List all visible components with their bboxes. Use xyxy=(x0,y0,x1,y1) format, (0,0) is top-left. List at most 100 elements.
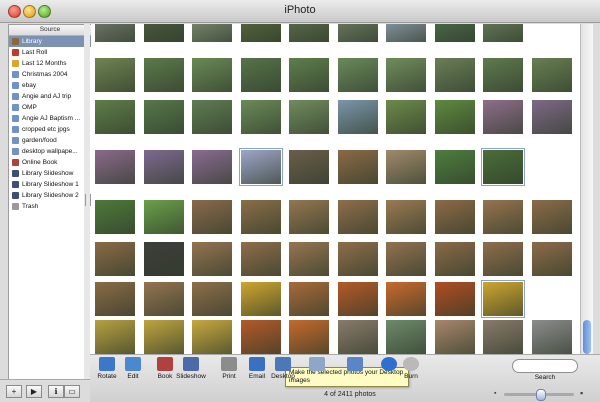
photo-thumbnail[interactable] xyxy=(434,242,475,276)
photo-thumbnail[interactable] xyxy=(289,58,329,92)
photo-thumbnail[interactable] xyxy=(337,200,378,234)
photo-thumbnail[interactable] xyxy=(238,148,283,186)
photo-thumbnail[interactable] xyxy=(289,320,329,354)
photo-thumbnail[interactable] xyxy=(240,200,281,234)
photo-thumbnail[interactable] xyxy=(434,150,475,184)
photo-thumbnail[interactable] xyxy=(143,200,184,234)
photo-thumbnail[interactable] xyxy=(337,100,378,134)
photo-thumbnail[interactable] xyxy=(434,58,475,92)
photo-thumbnail[interactable] xyxy=(240,58,281,92)
photo-thumbnail[interactable] xyxy=(95,282,135,316)
source-item[interactable]: Last 12 Months xyxy=(9,58,91,69)
source-item[interactable]: Christmas 2004 xyxy=(9,69,91,80)
photo-thumbnail[interactable] xyxy=(192,320,232,354)
photo-thumbnail[interactable] xyxy=(240,320,281,354)
photo-thumbnail[interactable] xyxy=(434,200,475,234)
play-slideshow-button[interactable]: ▶ xyxy=(26,385,42,398)
photo-thumbnail[interactable] xyxy=(192,282,232,316)
photo-thumbnail[interactable] xyxy=(337,24,378,42)
photo-thumbnail[interactable] xyxy=(95,150,135,184)
photo-thumbnail[interactable] xyxy=(143,282,184,316)
source-item[interactable]: Last Roll xyxy=(9,47,91,58)
photo-thumbnail[interactable] xyxy=(386,100,426,134)
photo-thumbnail[interactable] xyxy=(143,100,184,134)
source-item[interactable]: desktop wallpape... xyxy=(9,146,91,157)
photo-thumbnail[interactable] xyxy=(337,282,378,316)
photo-thumbnail[interactable] xyxy=(531,200,572,234)
photo-thumbnail[interactable] xyxy=(289,100,329,134)
dotmac-button[interactable] xyxy=(338,357,372,371)
photo-thumbnail[interactable] xyxy=(386,282,426,316)
photo-thumbnail[interactable] xyxy=(337,58,378,92)
photo-thumbnail[interactable] xyxy=(240,242,281,276)
slideshow-button[interactable]: Slideshow xyxy=(174,357,208,380)
photo-thumbnail[interactable] xyxy=(289,150,329,184)
source-item[interactable]: Trash xyxy=(9,201,91,212)
photo-thumbnail[interactable] xyxy=(531,320,572,354)
photo-thumbnail[interactable] xyxy=(434,282,475,316)
photo-thumbnail[interactable] xyxy=(95,242,135,276)
photo-thumbnail[interactable] xyxy=(483,58,523,92)
photo-thumbnail[interactable] xyxy=(95,100,135,134)
photo-thumbnail[interactable] xyxy=(143,150,184,184)
info-button[interactable]: ℹ xyxy=(48,385,64,398)
calendar-button[interactable]: ▭ xyxy=(64,385,80,398)
photo-thumbnail[interactable] xyxy=(434,320,475,354)
photo-thumbnail[interactable] xyxy=(240,282,281,316)
source-item[interactable]: ebay xyxy=(9,80,91,91)
photo-thumbnail[interactable] xyxy=(337,242,378,276)
photo-thumbnail[interactable] xyxy=(192,58,232,92)
photo-thumbnail[interactable] xyxy=(337,320,378,354)
photo-thumbnail[interactable] xyxy=(434,100,475,134)
photo-thumbnail[interactable] xyxy=(289,282,329,316)
source-item[interactable]: Library Slideshow 2 xyxy=(9,190,91,201)
photo-thumbnail[interactable] xyxy=(386,58,426,92)
desktop-button[interactable]: Desktop xyxy=(266,357,300,380)
photo-thumbnail[interactable] xyxy=(143,58,184,92)
photo-thumbnail[interactable] xyxy=(531,242,572,276)
photo-thumbnail[interactable] xyxy=(434,24,475,42)
photo-thumbnail[interactable] xyxy=(192,24,232,42)
source-item[interactable]: cropped etc jpgs xyxy=(9,124,91,135)
vertical-scrollbar[interactable]: ▲ xyxy=(580,24,593,354)
photo-thumbnail[interactable] xyxy=(386,24,426,42)
edit-button[interactable]: Edit xyxy=(116,357,150,380)
photo-thumbnail[interactable] xyxy=(289,24,329,42)
photo-thumbnail[interactable] xyxy=(483,100,523,134)
photo-thumbnail[interactable] xyxy=(143,320,184,354)
photo-thumbnail[interactable] xyxy=(531,58,572,92)
source-item[interactable]: Library Slideshow 1 xyxy=(9,179,91,190)
source-item[interactable]: Library Slideshow xyxy=(9,168,91,179)
burn-button[interactable]: Burn xyxy=(394,357,428,380)
photo-thumbnail[interactable] xyxy=(240,24,281,42)
source-item[interactable]: Library xyxy=(9,36,91,47)
photo-thumbnail[interactable] xyxy=(481,148,525,186)
pane-splitter[interactable] xyxy=(84,24,91,379)
photo-thumbnail[interactable] xyxy=(386,150,426,184)
photo-thumbnail[interactable] xyxy=(483,320,523,354)
source-item[interactable]: garden/food xyxy=(9,135,91,146)
photo-thumbnail[interactable] xyxy=(192,150,232,184)
photo-thumbnail[interactable] xyxy=(483,24,523,42)
photo-thumbnail[interactable] xyxy=(143,24,184,42)
photo-thumbnail[interactable] xyxy=(95,320,135,354)
photo-thumbnail[interactable] xyxy=(240,100,281,134)
scrollbar-thumb[interactable] xyxy=(583,320,591,354)
source-item[interactable]: Angie AJ Baptism ... xyxy=(9,113,91,124)
photo-thumbnail[interactable] xyxy=(192,200,232,234)
search-input[interactable] xyxy=(512,359,578,373)
photo-thumbnail[interactable] xyxy=(289,242,329,276)
photo-thumbnail[interactable] xyxy=(483,200,523,234)
photo-thumbnail[interactable] xyxy=(483,242,523,276)
photo-thumbnail[interactable] xyxy=(289,200,329,234)
photo-thumbnail[interactable] xyxy=(95,24,135,42)
photo-thumbnail[interactable] xyxy=(481,280,525,318)
add-album-button[interactable]: + xyxy=(6,385,22,398)
homepage-button[interactable] xyxy=(300,357,334,371)
photo-thumbnail[interactable] xyxy=(192,242,232,276)
source-item[interactable]: Online Book xyxy=(9,157,91,168)
photo-thumbnail[interactable] xyxy=(386,200,426,234)
source-item[interactable]: OMP xyxy=(9,102,91,113)
photo-thumbnail[interactable] xyxy=(95,58,135,92)
photo-thumbnail[interactable] xyxy=(531,100,572,134)
